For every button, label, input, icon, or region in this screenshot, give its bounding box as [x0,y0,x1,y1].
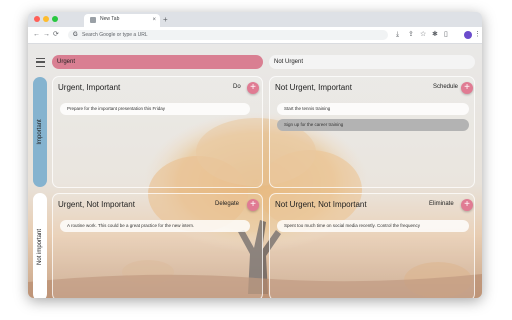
quadrant-title: Not Urgent, Not Important [275,200,367,209]
browser-toolbar: ← → ⟳ G Search Google or type a URL ⤓ ⇪ … [28,27,482,44]
quadrant-title: Urgent, Important [58,83,121,92]
address-bar-placeholder: Search Google or type a URL [82,31,148,38]
tab-new-tab[interactable]: New Tab × [84,14,160,27]
bookmark-star-icon[interactable]: ☆ [420,30,426,39]
task-item[interactable]: Spent too much time on social media rece… [277,220,469,232]
reload-icon[interactable]: ⟳ [53,30,59,39]
tab-strip: New Tab × + [28,12,482,27]
new-tab-button[interactable]: + [163,15,168,24]
row-header-important: Important [33,77,47,187]
row-label-important: Important [37,119,43,145]
page-content: Urgent Not Urgent Important Not importan… [28,44,482,298]
quadrant-not-urgent-not-important: Not Urgent, Not Important Eliminate + Sp… [269,193,475,298]
task-item[interactable]: A routine work. This could be a great pr… [60,220,250,232]
column-header-not-urgent: Not Urgent [269,55,475,69]
browser-window: New Tab × + ← → ⟳ G Search Google or typ… [28,12,482,298]
quadrant-title: Urgent, Not Important [58,200,135,209]
download-icon[interactable]: ⤓ [396,30,399,39]
maximize-window-button[interactable] [52,16,58,22]
side-panel-icon[interactable]: ▯ [444,30,448,39]
back-icon[interactable]: ← [33,30,40,39]
task-item[interactable]: Prepare for the important presentation t… [60,103,250,115]
google-icon: G [73,32,78,38]
minimize-window-button[interactable] [43,16,49,22]
address-bar[interactable]: G Search Google or type a URL [68,30,388,40]
quadrant-title: Not Urgent, Important [275,83,352,92]
quadrant-action-label: Schedule [433,84,459,90]
quadrant-not-urgent-important: Not Urgent, Important Schedule + Start t… [269,76,475,188]
row-label-not-important: Not important [37,228,43,266]
quadrant-action-label: Delegate [215,201,240,207]
tab-favicon-icon [90,17,96,23]
tab-close-icon[interactable]: × [152,15,156,25]
extensions-icon[interactable]: ✱ [432,30,438,39]
more-menu-icon[interactable]: ⋮ [474,30,481,39]
quadrant-action-label: Eliminate [429,201,454,207]
row-header-not-important: Not important [33,193,47,298]
add-task-button[interactable]: + [461,199,473,211]
task-item[interactable]: Start the tennis training [277,103,469,115]
profile-avatar[interactable] [464,31,472,39]
tab-title: New Tab [100,16,120,22]
add-task-button[interactable]: + [247,199,259,211]
close-window-button[interactable] [34,16,40,22]
quadrant-action-label: Do [233,84,241,90]
forward-icon[interactable]: → [43,30,50,39]
quadrant-urgent-important: Urgent, Important Do + Prepare for the i… [52,76,263,188]
add-task-button[interactable]: + [247,82,259,94]
hamburger-menu-icon[interactable] [36,58,45,67]
task-item-completed[interactable]: Sign up for the career training [277,119,469,131]
quadrant-urgent-not-important: Urgent, Not Important Delegate + A routi… [52,193,263,298]
column-header-urgent: Urgent [52,55,263,69]
add-task-button[interactable]: + [461,82,473,94]
share-icon[interactable]: ⇪ [408,30,414,39]
